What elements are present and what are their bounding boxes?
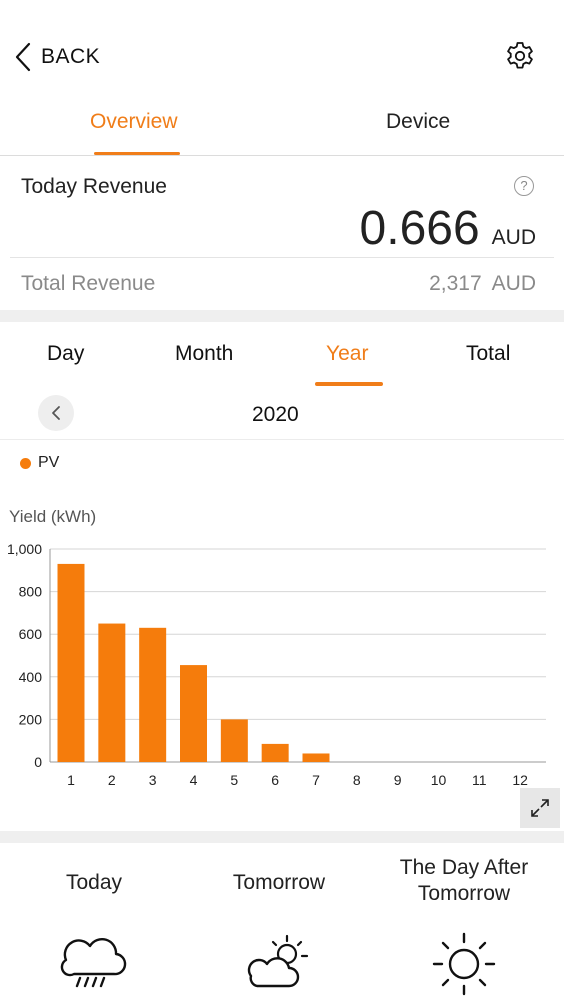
today-revenue-value: 0.666 (359, 202, 480, 255)
active-period-indicator (315, 382, 383, 386)
bar (302, 753, 330, 762)
y-tick-label: 600 (19, 626, 43, 642)
x-tick-label: 6 (271, 772, 279, 786)
weather-tomorrow: Tomorrow (185, 843, 373, 1000)
divider (10, 257, 554, 258)
x-tick-label: 3 (149, 772, 157, 786)
today-revenue-title: Today Revenue (21, 175, 167, 198)
today-revenue-unit: AUD (491, 226, 536, 249)
rain-cloud-icon (60, 938, 127, 988)
total-revenue: 2,317 AUD (429, 272, 536, 296)
x-tick-label: 1 (67, 772, 75, 786)
chevron-left-icon (52, 406, 60, 420)
x-tick-label: 2 (108, 772, 116, 786)
x-tick-label: 11 (472, 772, 487, 786)
x-tick-label: 9 (394, 772, 402, 786)
today-revenue: 0.666 AUD (360, 201, 536, 256)
weather-forecast: Today Tomorrow The Day After Tomorrow (0, 843, 564, 1000)
chevron-left-icon (15, 42, 31, 72)
help-icon[interactable]: ? (514, 176, 534, 196)
weather-day-label: Today (65, 871, 123, 894)
x-tick-label: 4 (190, 772, 198, 786)
section-separator (0, 310, 564, 322)
previous-year-button[interactable] (38, 395, 74, 431)
y-tick-label: 800 (19, 584, 43, 600)
y-tick-label: 1,000 (7, 541, 42, 557)
bar (261, 743, 289, 762)
weather-day-label: Tomorrow (232, 871, 326, 894)
x-tick-label: 8 (353, 772, 361, 786)
expand-icon (531, 799, 549, 817)
y-tick-label: 0 (34, 754, 42, 770)
yield-chart: PV Yield (kWh) 0 200 400 600 800 1,000 1 2 3 4 5 6 7… (0, 441, 564, 831)
bar (139, 627, 167, 762)
section-separator (0, 831, 564, 843)
back-button[interactable]: BACK (14, 40, 100, 74)
tab-month[interactable]: Month (175, 342, 233, 366)
x-tick-label: 7 (312, 772, 320, 786)
weather-today: Today (0, 843, 188, 1000)
top-bar: BACK (0, 0, 564, 100)
tab-overview[interactable]: Overview (90, 110, 178, 134)
revenue-card: Today Revenue ? 0.666 AUD Total Revenue … (0, 157, 564, 310)
total-revenue-unit: AUD (491, 272, 536, 295)
bar (98, 623, 126, 762)
x-tick-label: 12 (512, 772, 528, 786)
active-tab-indicator (94, 152, 180, 155)
x-tick-label: 10 (431, 772, 447, 786)
x-tick-label: 5 (230, 772, 238, 786)
bar-chart: 02004006008001,0001 2 3 4 5 6 7 8 9 10 11 12 (7, 541, 546, 786)
main-tabs: Overview Device (0, 100, 564, 156)
year-label: 2020 (252, 403, 299, 426)
tab-day[interactable]: Day (47, 342, 84, 366)
bar (180, 665, 207, 762)
back-label: BACK (41, 45, 101, 68)
tab-year[interactable]: Year (326, 342, 368, 366)
y-tick-label: 200 (19, 711, 43, 727)
gear-icon[interactable] (504, 40, 536, 72)
total-revenue-value: 2,317 (429, 272, 482, 295)
expand-chart-button[interactable] (520, 788, 560, 828)
year-navigation: 2020 (0, 390, 564, 440)
bar (57, 563, 85, 762)
tab-total[interactable]: Total (466, 342, 510, 366)
weather-day-after-tomorrow: The Day After Tomorrow (370, 843, 558, 1000)
bar (220, 719, 248, 762)
tab-device[interactable]: Device (386, 110, 450, 134)
y-tick-label: 400 (19, 669, 43, 685)
sun-icon (432, 932, 496, 996)
total-revenue-title: Total Revenue (21, 272, 156, 295)
weather-day-label: The Day After Tomorrow (399, 856, 529, 905)
period-tabs: Day Month Year Total (0, 322, 564, 388)
partly-cloudy-icon (247, 934, 309, 988)
